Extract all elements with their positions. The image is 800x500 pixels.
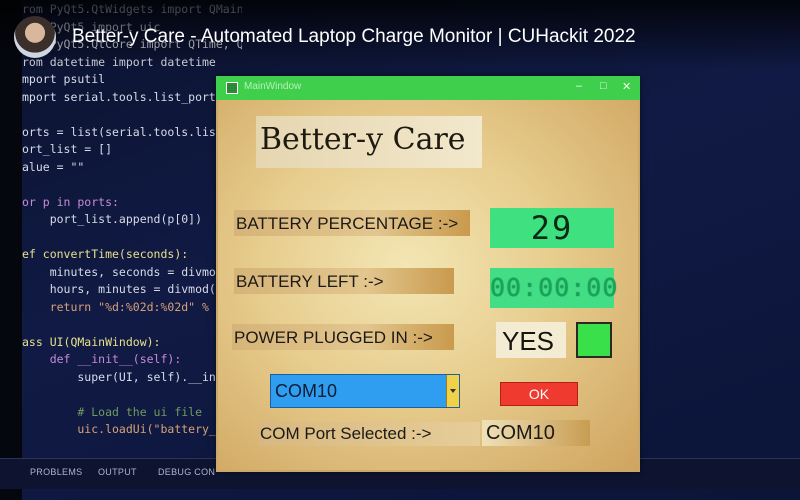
- window-titlebar: MainWindow – □ ✕: [216, 76, 640, 100]
- code-line: port_list.append(p[0]): [22, 212, 203, 226]
- code-line: minutes, seconds = divmod(s: [22, 264, 237, 279]
- battery-left-label: BATTERY LEFT :->: [236, 272, 384, 291]
- code-line: def __init__(self):: [22, 352, 182, 366]
- ok-button[interactable]: OK: [500, 382, 578, 406]
- code-line: ort_list = []: [22, 142, 113, 156]
- com-port-selected-label-box: COM Port Selected :->: [258, 422, 480, 446]
- code-line: mport psutil: [22, 72, 106, 86]
- app-window: MainWindow – □ ✕ Better-y Care BATTERY P…: [216, 76, 640, 472]
- code-line: orts = list(serial.tools.list_: [22, 124, 230, 139]
- power-plugged-value: YES: [502, 326, 555, 356]
- window-client-area: Better-y Care BATTERY PERCENTAGE :-> 29 …: [218, 100, 638, 470]
- chevron-down-icon[interactable]: [446, 375, 459, 407]
- power-plugged-label: POWER PLUGGED IN :->: [234, 328, 433, 347]
- code-line: or p in ports:: [22, 194, 119, 209]
- code-line: return "%d:%02d:%02d" % (h: [22, 299, 230, 314]
- app-icon: [226, 82, 238, 94]
- com-port-selected-value: COM10: [486, 422, 555, 444]
- battery-left-lcd: 00:00:00: [490, 268, 617, 308]
- channel-avatar[interactable]: [14, 16, 56, 58]
- code-line: mport serial.tools.list_ports: [22, 89, 223, 104]
- battery-percentage-label-box: BATTERY PERCENTAGE :->: [234, 210, 470, 236]
- power-indicator: [576, 322, 612, 358]
- tab-output[interactable]: OUTPUT: [98, 467, 137, 477]
- video-title[interactable]: Better-y Care - Automated Laptop Charge …: [72, 26, 636, 48]
- close-icon[interactable]: ✕: [622, 80, 631, 93]
- code-line: ass UI(QMainWindow):: [22, 334, 161, 349]
- code-line: alue = "": [22, 159, 85, 174]
- code-line: super(UI, self).__init: [22, 369, 230, 384]
- code-line: uic.loadUi("battery_va: [22, 422, 230, 436]
- app-heading: Better-y Care: [260, 122, 466, 157]
- ok-button-label: OK: [528, 386, 550, 402]
- battery-percentage-lcd: 29: [490, 208, 614, 248]
- code-line: # Load the ui file: [22, 404, 203, 419]
- code-line: hours, minutes = divmod(min: [22, 282, 237, 296]
- com-port-select[interactable]: COM10: [270, 374, 460, 408]
- power-plugged-label-box: POWER PLUGGED IN :->: [232, 324, 454, 350]
- maximize-icon[interactable]: □: [600, 80, 607, 92]
- battery-left-label-box: BATTERY LEFT :->: [234, 268, 454, 294]
- video-header: Better-y Care - Automated Laptop Charge …: [0, 0, 800, 70]
- code-line: ef convertTime(seconds):: [22, 247, 189, 261]
- editor-left-edge: [0, 0, 22, 500]
- battery-percentage-label: BATTERY PERCENTAGE :->: [236, 214, 459, 233]
- com-port-selected-value-box: COM10: [482, 420, 590, 446]
- tab-debug-console[interactable]: DEBUG CON: [158, 467, 215, 477]
- minimize-icon[interactable]: –: [576, 80, 582, 92]
- heading-box: Better-y Care: [256, 116, 482, 168]
- power-plugged-value-box: YES: [496, 322, 566, 358]
- tab-problems[interactable]: PROBLEMS: [30, 467, 82, 477]
- com-port-selected-label: COM Port Selected :->: [260, 424, 432, 443]
- window-title: MainWindow: [244, 81, 302, 92]
- com-port-select-value: COM10: [275, 381, 338, 401]
